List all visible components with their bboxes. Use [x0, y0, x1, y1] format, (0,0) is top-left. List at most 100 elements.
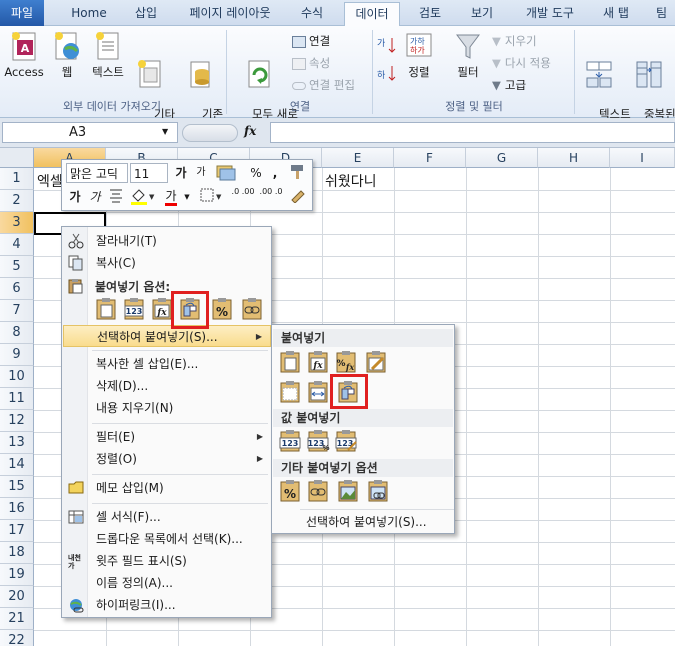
tab-team[interactable]: 팀	[648, 2, 675, 26]
shrink-font-button[interactable]: 가	[192, 163, 210, 183]
menu-item-insert-copied-cells[interactable]: 복사한 셀 삽입(E)...	[63, 353, 271, 375]
row-header[interactable]: 1	[0, 168, 34, 190]
percent-style-button[interactable]: %	[246, 163, 266, 183]
submenu-no-borders[interactable]	[278, 380, 302, 404]
grow-font-button[interactable]: 가	[172, 163, 190, 183]
tab-new-tab[interactable]: 새 탭	[594, 2, 638, 26]
submenu-paste-formulas[interactable]: fx	[306, 350, 330, 374]
tab-page-layout[interactable]: 페이지 레이아웃	[176, 2, 284, 26]
font-size-box[interactable]: 11	[130, 163, 168, 183]
submenu-paste-link[interactable]	[306, 479, 330, 503]
tab-file[interactable]: 파일	[0, 0, 44, 26]
row-header[interactable]: 20	[0, 586, 34, 608]
decrease-decimal-button[interactable]: .00 .0	[258, 187, 284, 207]
connections-button[interactable]: 연결	[292, 32, 330, 50]
properties-button[interactable]: 속성	[292, 54, 330, 72]
row-header[interactable]: 17	[0, 520, 34, 542]
insert-function-icon[interactable]: fx	[244, 124, 256, 138]
row-header[interactable]: 11	[0, 388, 34, 410]
accounting-format-button[interactable]	[214, 163, 240, 183]
row-header[interactable]: 2	[0, 190, 34, 212]
row-header[interactable]: 4	[0, 234, 34, 256]
cell-a1[interactable]: 엑셀	[37, 171, 63, 191]
web-button[interactable]: 웹	[50, 30, 84, 79]
row-header[interactable]: 14	[0, 454, 34, 476]
sort-descending-button[interactable]: 하	[376, 64, 398, 85]
filter-button[interactable]: 필터	[448, 30, 488, 79]
menu-item-clear-contents[interactable]: 내용 지우기(N)	[63, 397, 271, 419]
row-header[interactable]: 13	[0, 432, 34, 454]
submenu-paste-special-dialog[interactable]: 선택하여 붙여넣기(S)...	[273, 511, 453, 533]
center-align-button[interactable]	[106, 187, 126, 207]
column-header-e[interactable]: E	[322, 148, 394, 168]
menu-item-define-name[interactable]: 이름 정의(A)...	[63, 572, 271, 594]
submenu-keep-source-formatting[interactable]	[364, 350, 388, 374]
paste-option-formatting[interactable]: %	[210, 297, 234, 321]
reapply-button[interactable]: ▼ 다시 적용	[492, 54, 551, 72]
name-box-dropdown-icon[interactable]: ▼	[162, 127, 168, 136]
menu-item-paste-special[interactable]: 선택하여 붙여넣기(S)... ▶	[63, 325, 271, 347]
row-header[interactable]: 6	[0, 278, 34, 300]
column-header-g[interactable]: G	[466, 148, 538, 168]
row-header[interactable]: 3	[0, 212, 34, 234]
row-header[interactable]: 7	[0, 300, 34, 322]
clear-filter-button[interactable]: ▼ 지우기	[492, 32, 537, 50]
tab-home[interactable]: Home	[62, 2, 116, 26]
formula-input[interactable]	[270, 122, 675, 143]
menu-item-insert-comment[interactable]: 메모 삽입(M)	[63, 477, 271, 499]
italic-button[interactable]: 가	[86, 187, 104, 207]
menu-item-format-cells[interactable]: 셀 서식(F)...	[63, 506, 271, 528]
menu-item-sort[interactable]: 정렬(O) ▶	[63, 448, 271, 470]
bold-button[interactable]: 가	[66, 187, 84, 207]
row-header[interactable]: 5	[0, 256, 34, 278]
tab-review[interactable]: 검토	[408, 2, 452, 26]
column-header-f[interactable]: F	[394, 148, 466, 168]
submenu-picture[interactable]	[336, 479, 360, 503]
menu-item-hyperlink[interactable]: 하이퍼링크(I)...	[63, 594, 271, 616]
row-header[interactable]: 10	[0, 366, 34, 388]
edit-links-button[interactable]: 연결 편집	[292, 76, 355, 94]
advanced-filter-button[interactable]: ▼ 고급	[492, 76, 526, 94]
fill-color-button[interactable]: ▼	[128, 187, 158, 207]
menu-item-filter[interactable]: 필터(E) ▶	[63, 426, 271, 448]
paste-option-link[interactable]	[240, 297, 264, 321]
paste-option-values[interactable]: 123	[122, 297, 146, 321]
comma-style-button[interactable]: ,	[268, 163, 282, 183]
tab-developer[interactable]: 개발 도구	[512, 2, 588, 26]
row-header[interactable]: 8	[0, 322, 34, 344]
sort-ascending-button[interactable]: 가	[376, 36, 398, 57]
menu-item-cut[interactable]: 잘라내기(T)	[63, 230, 271, 252]
row-header[interactable]: 12	[0, 410, 34, 432]
submenu-values[interactable]: 123	[278, 429, 302, 453]
menu-item-pick-from-list[interactable]: 드롭다운 목록에서 선택(K)...	[63, 528, 271, 550]
menu-item-delete[interactable]: 삭제(D)...	[63, 375, 271, 397]
tab-view[interactable]: 보기	[460, 2, 504, 26]
access-button[interactable]: A Access	[2, 30, 46, 79]
column-header-i[interactable]: I	[610, 148, 675, 168]
menu-item-show-phonetic[interactable]: 내천 가 윗주 필드 표시(S)	[63, 550, 271, 572]
submenu-values-number-format[interactable]: 123%	[306, 429, 330, 453]
row-header[interactable]: 16	[0, 498, 34, 520]
paste-option-paste[interactable]	[94, 297, 118, 321]
tab-formulas[interactable]: 수식	[290, 2, 334, 26]
submenu-paste-formulas-number-format[interactable]: % fx	[334, 350, 358, 374]
font-color-dropdown-icon[interactable]: ▼	[182, 187, 192, 207]
menu-item-copy[interactable]: 복사(C)	[63, 252, 271, 274]
font-name-box[interactable]: 맑은 고딕	[66, 163, 128, 183]
row-header[interactable]: 19	[0, 564, 34, 586]
clear-format-button[interactable]	[286, 187, 310, 207]
cell-e1[interactable]: 쉬웠다니	[325, 171, 377, 191]
text-import-button[interactable]: 텍스트	[86, 30, 130, 79]
row-header[interactable]: 15	[0, 476, 34, 498]
borders-button[interactable]: ▼	[198, 187, 226, 207]
row-header[interactable]: 18	[0, 542, 34, 564]
row-header[interactable]: 22	[0, 630, 34, 646]
font-color-button[interactable]: 가	[160, 186, 182, 206]
tab-data[interactable]: 데이터	[344, 2, 400, 27]
row-header[interactable]: 21	[0, 608, 34, 630]
sort-button[interactable]: 가하 하가 정렬	[402, 30, 436, 79]
formula-splitter[interactable]	[182, 124, 238, 142]
submenu-values-source-formatting[interactable]: 123	[334, 429, 358, 453]
submenu-keep-column-widths[interactable]	[306, 380, 330, 404]
format-painter-mini-button[interactable]	[286, 163, 310, 183]
